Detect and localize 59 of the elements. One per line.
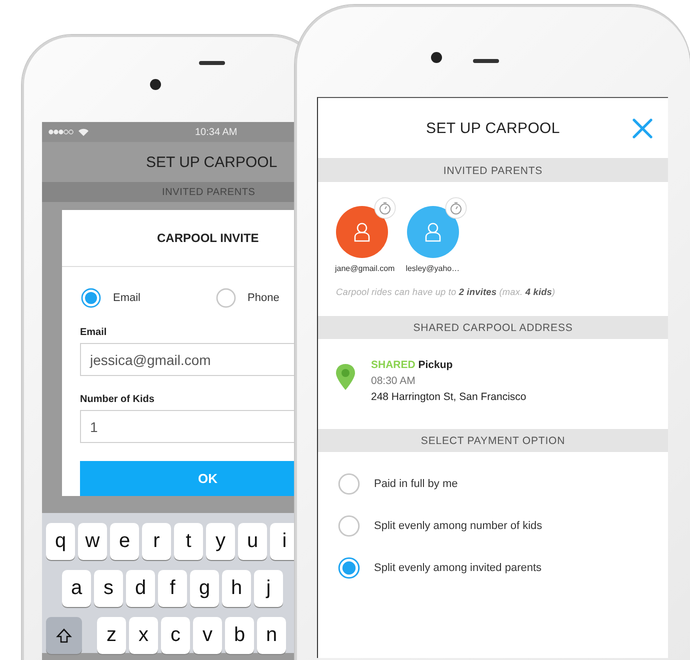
keyboard-key[interactable]: j <box>254 570 283 607</box>
speaker-icon <box>199 61 225 65</box>
parent-email: lesley@yaho… <box>406 264 460 273</box>
avatar[interactable] <box>336 206 388 258</box>
timer-icon <box>374 197 396 219</box>
option-label: Email <box>113 292 141 304</box>
keyboard-key[interactable]: v <box>193 617 222 654</box>
pickup-time: 08:30 AM <box>371 375 416 387</box>
screen-title: SET UP CARPOOL <box>426 120 560 136</box>
keyboard-key[interactable]: a <box>62 570 91 607</box>
person-icon <box>424 222 441 242</box>
section-header: SHARED CARPOOL ADDRESS <box>318 316 668 339</box>
map-pin-icon <box>335 363 356 391</box>
payment-option-label: Split evenly among invited parents <box>374 562 542 574</box>
screen-title: SET UP CARPOOL <box>146 154 278 170</box>
radio-button[interactable] <box>81 288 101 308</box>
keyboard-key[interactable]: f <box>158 570 187 607</box>
keyboard-key[interactable]: s <box>94 570 123 607</box>
payment-option-label: Split evenly among number of kids <box>374 520 542 532</box>
keyboard-key[interactable]: x <box>129 617 158 654</box>
option-label: Phone <box>248 292 280 304</box>
parent-email: jane@gmail.com <box>335 264 395 273</box>
keyboard-key[interactable]: w <box>78 523 107 560</box>
pickup-label: SHARED Pickup <box>371 359 454 371</box>
radio-button[interactable] <box>338 515 360 537</box>
wifi-icon <box>78 128 89 136</box>
payment-option-label: Paid in full by me <box>374 478 458 490</box>
speaker-icon <box>473 59 499 63</box>
invite-limit-note: Carpool rides can have up to 2 invites (max. 4 kids) <box>336 287 556 297</box>
pickup-address: 248 Harrington St, San Francisco <box>371 391 526 403</box>
keyboard-key[interactable]: h <box>222 570 251 607</box>
person-icon <box>354 222 370 242</box>
close-icon <box>632 118 653 139</box>
section-header: SELECT PAYMENT OPTION <box>318 429 668 452</box>
keyboard-key[interactable]: n <box>257 617 286 654</box>
camera-icon <box>431 52 442 63</box>
keyboard-key[interactable]: d <box>126 570 155 607</box>
keyboard-key[interactable]: u <box>238 523 267 560</box>
keyboard-key[interactable]: c <box>161 617 190 654</box>
shift-key[interactable] <box>46 617 82 654</box>
keyboard-key[interactable]: t <box>174 523 203 560</box>
camera-icon <box>150 79 161 90</box>
radio-button[interactable] <box>216 288 236 308</box>
keyboard-key[interactable]: r <box>142 523 171 560</box>
field-label: Number of Kids <box>79 394 156 405</box>
keyboard-key[interactable]: q <box>46 523 75 560</box>
radio-button[interactable] <box>338 473 360 495</box>
section-header: INVITED PARENTS <box>318 159 668 182</box>
status-time: 10:34 AM <box>195 126 238 138</box>
keyboard-key[interactable]: z <box>97 617 126 654</box>
keyboard-key[interactable]: b <box>225 617 254 654</box>
shift-icon <box>56 628 72 644</box>
keyboard-key[interactable]: y <box>206 523 235 560</box>
signal-icon <box>48 129 74 135</box>
timer-icon <box>444 197 467 219</box>
keyboard-key[interactable]: g <box>190 570 219 607</box>
radio-button[interactable] <box>338 557 360 579</box>
field-label: Email <box>79 327 108 338</box>
keyboard-key[interactable]: e <box>110 523 139 560</box>
